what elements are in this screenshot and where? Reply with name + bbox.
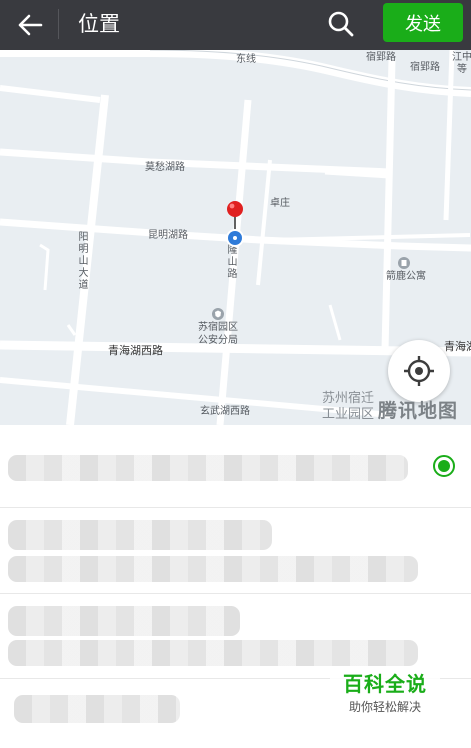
poi-label-police-2: 公安分局 [198,335,238,346]
road-label-suyin: 宿郢路 [366,52,396,63]
road-label-mochou: 莫愁湖路 [145,162,185,173]
blurred-text [8,556,418,582]
locate-me-button[interactable] [388,340,450,402]
poi-label-jinglu: 箭鹿公寓 [386,271,426,282]
blurred-text [14,695,180,723]
arrow-left-icon [18,14,43,36]
poi-label-park-1: 苏州宿迁 [322,391,375,406]
top-bar: 位置 发送 [0,0,471,50]
list-item[interactable] [0,508,471,594]
road-label-qinghai-west: 青海湖西路 [108,344,163,357]
poi-label-park-2: 工业园区 [322,407,375,422]
blue-location-dot-icon [225,228,245,252]
road-label-qinghai-right: 青海湖 [444,340,471,353]
locate-target-icon [404,356,434,386]
poi-label-police-1: 苏宿园区 [198,322,238,333]
search-icon [328,11,354,37]
road-label-xuanwu-west: 玄武湖西路 [200,406,250,417]
brand-watermark: 百科全说 助你轻松解决 [330,670,440,722]
search-button[interactable] [320,4,362,44]
title-divider [58,9,59,39]
blurred-text [8,606,240,636]
radio-checked-icon[interactable] [433,455,455,477]
send-button[interactable]: 发送 [383,3,463,42]
brand-main-text: 百科全说 [343,672,427,696]
building-icon [398,257,410,269]
list-item[interactable] [0,425,471,508]
brand-sub-text: 助你轻松解决 [348,700,421,714]
road-label-suying: 宿郢路 [410,62,440,73]
list-item[interactable] [0,594,471,679]
poi-label-right-top: 江中等 [452,52,471,75]
map-watermark: 腾讯地图 [378,400,459,422]
road-label-top: 东线 [236,54,256,65]
road-label-kunming: 昆明湖路 [148,230,188,241]
map-view[interactable]: 东线 宿郢路 宿郢路 江中等 莫愁湖路 昆明湖路 阳明山大道 隆山路 卓庄 箭鹿… [0,50,471,425]
blurred-text [8,640,418,666]
back-button[interactable] [10,5,50,45]
blurred-text [8,455,408,481]
blurred-text [8,520,272,550]
page-title: 位置 [78,12,120,36]
police-icon [212,308,224,320]
road-label-yangmingshan: 阳明山大道 [78,232,89,291]
poi-label-zhuozhuang: 卓庄 [270,198,290,209]
